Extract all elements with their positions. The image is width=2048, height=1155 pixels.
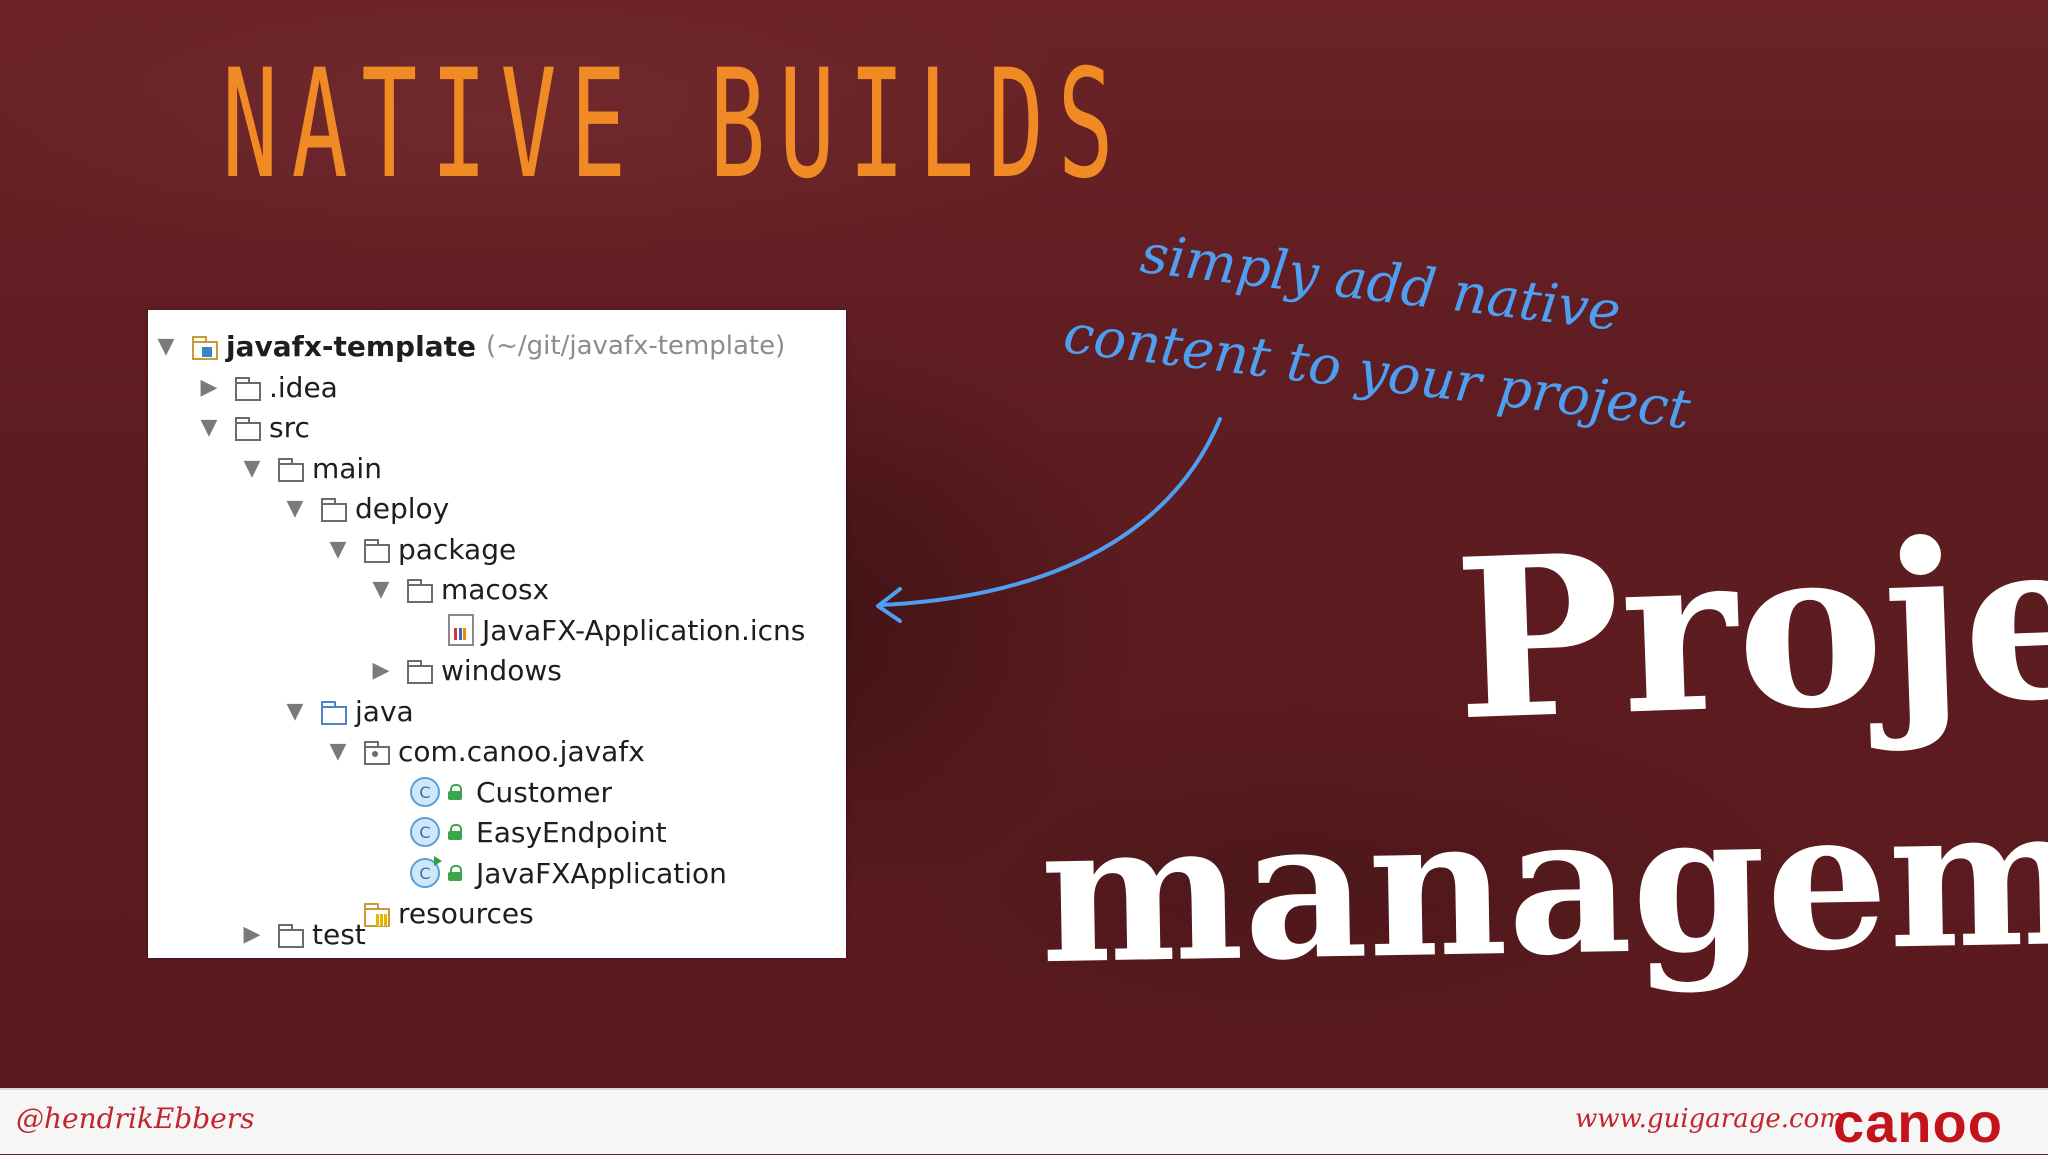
tree-label: java (355, 694, 414, 728)
module-folder-icon (190, 333, 220, 360)
tree-label: JavaFX-Application.icns (482, 613, 806, 647)
folder-icon (362, 536, 392, 563)
tree-row-macosx[interactable]: ▼ macosx (367, 569, 550, 609)
tree-label: macosx (441, 572, 550, 606)
tree-label: resources (398, 896, 534, 930)
tree-row-main[interactable]: ▼ main (238, 448, 382, 488)
public-lock-icon (446, 824, 464, 840)
image-file-icon (448, 614, 474, 646)
tree-label: com.canoo.javafx (398, 734, 645, 768)
expand-toggle-icon[interactable]: ▼ (281, 699, 309, 724)
folder-icon (276, 455, 306, 482)
tree-row-package[interactable]: ▼ package (324, 529, 517, 569)
project-tree-panel: ▼ javafx-template (~/git/javafx-template… (148, 310, 846, 958)
tree-path: (~/git/javafx-template) (485, 331, 786, 361)
tree-row-test[interactable]: ▶ test (238, 914, 366, 954)
expand-toggle-icon[interactable]: ▼ (152, 334, 180, 359)
tree-label: package (398, 532, 517, 566)
folder-icon (233, 414, 263, 441)
twitter-handle: @hendrikEbbers (16, 1102, 255, 1135)
expand-toggle-icon[interactable]: ▼ (281, 496, 309, 521)
tree-label: src (269, 410, 310, 444)
class-icon: C (410, 777, 440, 807)
collapse-toggle-icon[interactable]: ▶ (238, 922, 266, 947)
tree-row-java[interactable]: ▼ java (281, 691, 414, 731)
tree-row-windows[interactable]: ▶ windows (367, 650, 562, 690)
folder-icon (319, 495, 349, 522)
slide-footer: @hendrikEbbers www.guigarage.com canoo (0, 1088, 2048, 1154)
runnable-class-icon: C (410, 856, 442, 888)
collapse-toggle-icon[interactable]: ▶ (367, 658, 395, 683)
tree-label: deploy (355, 491, 450, 525)
tree-row-root[interactable]: ▼ javafx-template (~/git/javafx-template… (152, 326, 786, 366)
tree-label: javafx-template (226, 329, 476, 363)
tree-row-package-canoo[interactable]: ▼ com.canoo.javafx (324, 731, 645, 771)
tree-label: main (312, 451, 382, 485)
annotation-arrow-icon (876, 417, 1222, 623)
tree-label: windows (441, 653, 562, 687)
class-letter: C (419, 863, 431, 883)
collapse-toggle-icon[interactable]: ▶ (195, 375, 223, 400)
tree-label: EasyEndpoint (476, 815, 667, 849)
folder-icon (405, 576, 435, 603)
canoo-logo: canoo (1833, 1091, 2003, 1154)
expand-toggle-icon[interactable]: ▼ (324, 537, 352, 562)
slide-title: NATIVE BUILDS (222, 38, 1128, 212)
resources-folder-icon (362, 900, 392, 927)
tree-row-deploy[interactable]: ▼ deploy (281, 488, 450, 528)
tree-row-easyendpoint[interactable]: C EasyEndpoint (410, 812, 667, 852)
tree-row-javafxapplication[interactable]: C JavaFXApplication (410, 853, 727, 893)
tree-row-icns-file[interactable]: JavaFX-Application.icns (448, 610, 805, 650)
tree-row-customer[interactable]: C Customer (410, 772, 612, 812)
headline-management: management (1038, 757, 2048, 1008)
source-folder-icon (319, 698, 349, 725)
expand-toggle-icon[interactable]: ▼ (367, 577, 395, 602)
tree-label: test (312, 917, 366, 951)
headline-project: Project (1450, 479, 2048, 770)
folder-icon (233, 374, 263, 401)
expand-toggle-icon[interactable]: ▼ (238, 456, 266, 481)
website-link[interactable]: www.guigarage.com (1575, 1104, 1844, 1134)
public-lock-icon (446, 865, 464, 881)
expand-toggle-icon[interactable]: ▼ (195, 415, 223, 440)
tree-row-idea[interactable]: ▶ .idea (195, 367, 338, 407)
tree-row-src[interactable]: ▼ src (195, 407, 310, 447)
tree-label: .idea (269, 370, 338, 404)
package-folder-icon (362, 738, 392, 765)
tree-label: JavaFXApplication (476, 856, 727, 890)
class-icon: C (410, 817, 440, 847)
public-lock-icon (446, 784, 464, 800)
folder-icon (276, 921, 306, 948)
folder-icon (405, 657, 435, 684)
tree-label: Customer (476, 775, 613, 809)
expand-toggle-icon[interactable]: ▼ (324, 739, 352, 764)
slide-background: NATIVE BUILDS simply add native content … (0, 0, 2048, 1088)
